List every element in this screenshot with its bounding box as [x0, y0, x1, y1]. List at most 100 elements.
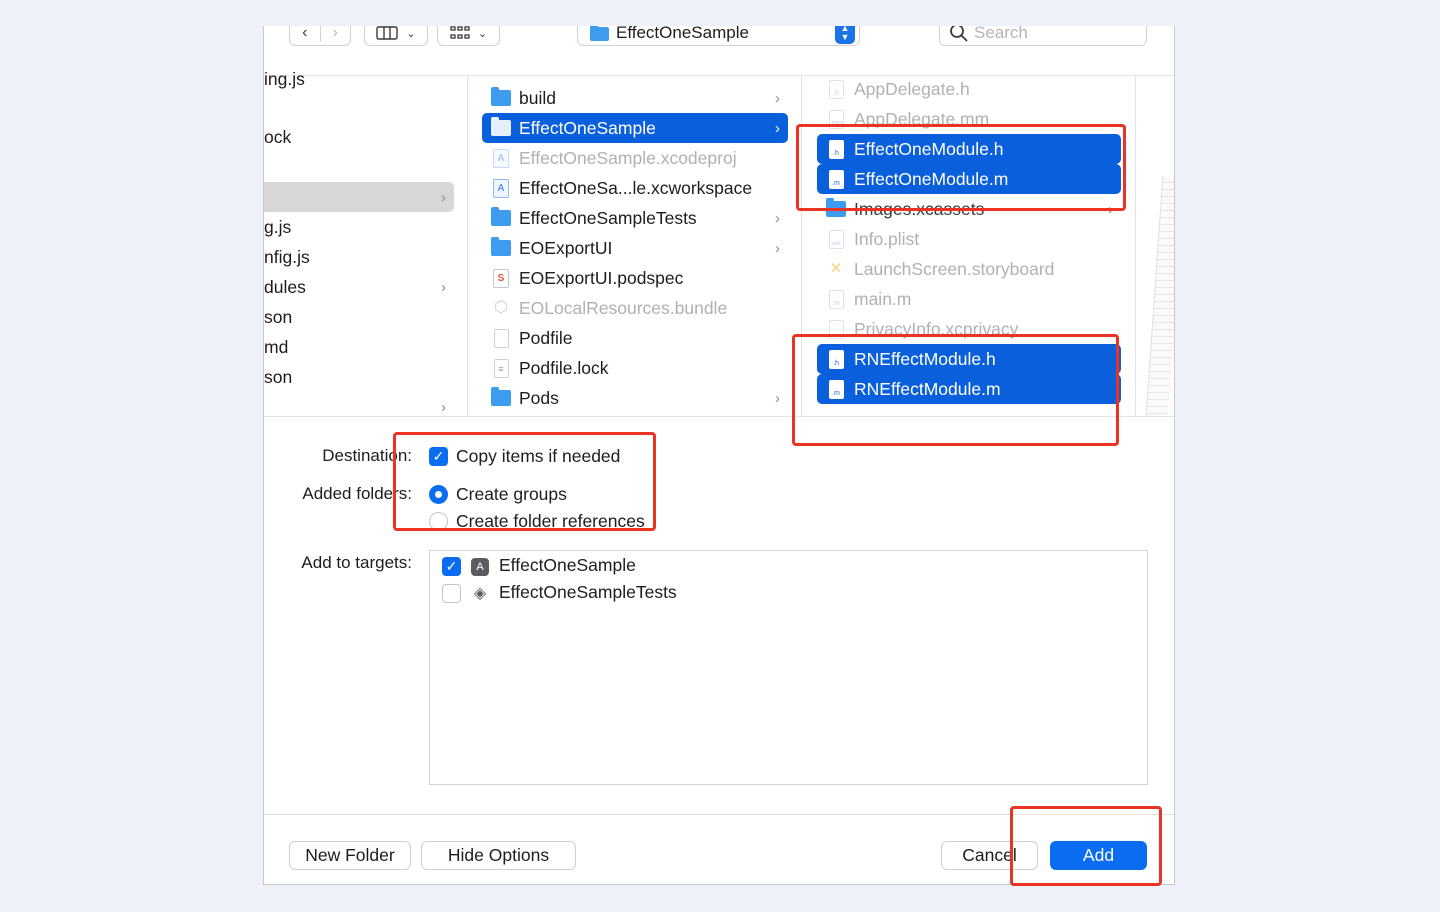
- list-item[interactable]: md: [264, 332, 454, 362]
- add-button[interactable]: Add: [1050, 841, 1147, 870]
- item-label: Images.xcassets: [854, 198, 985, 219]
- list-item-selected[interactable]: ›: [264, 182, 454, 212]
- list-item-selected[interactable]: EffectOneSample ›: [482, 113, 788, 143]
- add-to-targets-label: Add to targets:: [301, 553, 412, 572]
- item-label: build: [519, 87, 556, 108]
- create-folder-references-radio[interactable]: [429, 512, 448, 531]
- list-item[interactable]: PrivacyInfo.xcprivacy: [817, 314, 1121, 344]
- hide-options-button[interactable]: Hide Options: [421, 841, 576, 870]
- item-label: nfig.js: [264, 246, 310, 267]
- list-item[interactable]: A EffectOneSample.xcodeproj: [482, 143, 788, 173]
- item-label: EffectOneSampleTests: [519, 207, 697, 228]
- file-icon: [826, 319, 846, 339]
- folder-icon: [491, 387, 511, 408]
- browser-column-parent: ing.js ock › g.js nfig.js dules › son md …: [264, 69, 468, 417]
- list-item-selected[interactable]: .h EffectOneModule.h: [817, 134, 1121, 164]
- target-checkbox-effectonesampletests[interactable]: [442, 584, 461, 603]
- list-item[interactable]: S EOExportUI.podspec: [482, 263, 788, 293]
- swift-file-icon: S: [491, 268, 511, 288]
- source-file-icon: .mm: [826, 109, 846, 129]
- targets-list: ✓ A EffectOneSample ◈ EffectOneSampleTes…: [429, 550, 1148, 785]
- xcworkspace-icon: A: [491, 178, 511, 198]
- target-checkbox-effectonesample[interactable]: ✓: [442, 557, 461, 576]
- target-label: EffectOneSample: [499, 555, 636, 575]
- browser-column-project: build › EffectOneSample › A EffectOneSample…: [468, 76, 802, 417]
- text-file-icon: ≡: [491, 358, 511, 378]
- folder-icon: [590, 26, 609, 43]
- search-field[interactable]: Search: [939, 26, 1147, 46]
- list-item[interactable]: son: [264, 302, 454, 332]
- create-folder-references-label: Create folder references: [456, 511, 645, 531]
- list-item[interactable]: dules ›: [264, 272, 454, 302]
- plist-file-icon: plist: [826, 229, 846, 249]
- bundle-icon: ⬡: [494, 299, 508, 316]
- list-item[interactable]: .mm AppDelegate.mm: [817, 104, 1121, 134]
- columns-icon: [376, 26, 399, 40]
- folder-icon: [491, 237, 511, 258]
- item-label: son: [264, 366, 293, 387]
- list-item[interactable]: build ›: [482, 83, 788, 113]
- group-view-button[interactable]: ⌄: [437, 26, 500, 46]
- list-item[interactable]: ⬡ EOLocalResources.bundle: [482, 293, 788, 323]
- list-item[interactable]: Podfile: [482, 323, 788, 353]
- list-item[interactable]: EffectOneSampleTests ›: [482, 203, 788, 233]
- destination-label: Destination:: [322, 446, 412, 465]
- item-label: EOExportUI: [519, 237, 613, 258]
- item-label: Info.plist: [854, 228, 920, 249]
- item-label: EffectOneSa...le.xcworkspace: [519, 177, 753, 198]
- list-item[interactable]: Images.xcassets ›: [817, 194, 1121, 224]
- item-label: RNEffectModule.h: [854, 348, 996, 369]
- item-label: EffectOneModule.h: [854, 138, 1004, 159]
- list-item[interactable]: ≡ Podfile.lock: [482, 353, 788, 383]
- folder-icon: [491, 207, 511, 228]
- nav-buttons: ‹ ›: [289, 26, 351, 46]
- new-folder-button[interactable]: New Folder: [289, 841, 411, 870]
- browser-column-files: .h AppDelegate.h .mm AppDelegate.mm .h Effe…: [802, 76, 1136, 417]
- added-folders-label: Added folders:: [302, 484, 412, 503]
- list-item[interactable]: Pods ›: [482, 383, 788, 413]
- back-button[interactable]: ‹: [290, 26, 320, 42]
- forward-button[interactable]: ›: [320, 26, 350, 42]
- search-placeholder: Search: [974, 26, 1028, 42]
- add-files-dialog: ‹ › ⌄ ⌄ EffectOneSample ▲ ▼ Search ing.js…: [263, 26, 1175, 885]
- source-file-icon: .m: [826, 379, 846, 399]
- item-label: AppDelegate.mm: [854, 108, 990, 129]
- list-item[interactable]: .h AppDelegate.h: [817, 74, 1121, 104]
- item-label: EffectOneSample: [519, 117, 656, 138]
- header-file-icon: .h: [826, 349, 846, 369]
- item-label: ock: [264, 126, 292, 147]
- grid-icon: [450, 26, 470, 39]
- copy-items-checkbox[interactable]: ✓: [429, 447, 448, 466]
- list-item-selected[interactable]: .h RNEffectModule.h: [817, 344, 1121, 374]
- list-item[interactable]: ock: [264, 122, 454, 152]
- storyboard-icon: ✕: [829, 260, 843, 277]
- search-icon: [950, 26, 968, 42]
- xcodeproj-icon: A: [491, 148, 511, 168]
- location-popup[interactable]: EffectOneSample ▲ ▼: [577, 26, 860, 46]
- location-title: EffectOneSample: [616, 26, 749, 42]
- item-label: EffectOneSample.xcodeproj: [519, 147, 737, 168]
- header-file-icon: .h: [826, 79, 846, 99]
- list-item[interactable]: nfig.js: [264, 242, 454, 272]
- list-item[interactable]: son: [264, 362, 454, 392]
- list-item[interactable]: g.js: [264, 212, 454, 242]
- list-item[interactable]: ›: [264, 392, 454, 422]
- chevron-right-icon: ›: [775, 89, 780, 107]
- list-item-selected[interactable]: .m RNEffectModule.m: [817, 374, 1121, 404]
- item-label: main.m: [854, 288, 912, 309]
- list-item[interactable]: A EffectOneSa...le.xcworkspace: [482, 173, 788, 203]
- create-groups-radio[interactable]: [429, 485, 448, 504]
- chevron-right-icon: ›: [775, 119, 780, 137]
- column-view-button[interactable]: ⌄: [364, 26, 428, 46]
- folder-icon: [491, 117, 511, 138]
- chevron-down-icon: ⌄: [406, 27, 416, 40]
- cancel-button[interactable]: Cancel: [941, 841, 1038, 870]
- header-file-icon: .h: [826, 139, 846, 159]
- list-item[interactable]: ing.js: [264, 64, 454, 94]
- list-item-selected[interactable]: .m EffectOneModule.m: [817, 164, 1121, 194]
- list-item[interactable]: EOExportUI ›: [482, 233, 788, 263]
- list-item[interactable]: .m main.m: [817, 284, 1121, 314]
- list-item[interactable]: plist Info.plist: [817, 224, 1121, 254]
- folder-icon: [826, 198, 846, 219]
- list-item[interactable]: ✕ LaunchScreen.storyboard: [817, 254, 1121, 284]
